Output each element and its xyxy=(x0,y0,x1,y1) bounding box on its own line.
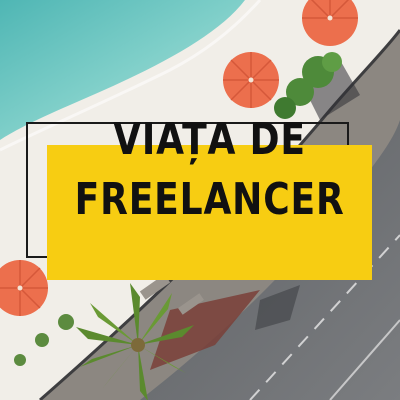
beach-umbrella-icon xyxy=(223,52,279,108)
title-line-1: VIAȚA DE xyxy=(113,114,306,165)
poster-title: VIAȚA DE FREELANCER xyxy=(47,108,372,248)
title-line-2: FREELANCER xyxy=(74,174,345,225)
poster: VIAȚA DE FREELANCER xyxy=(0,0,400,400)
